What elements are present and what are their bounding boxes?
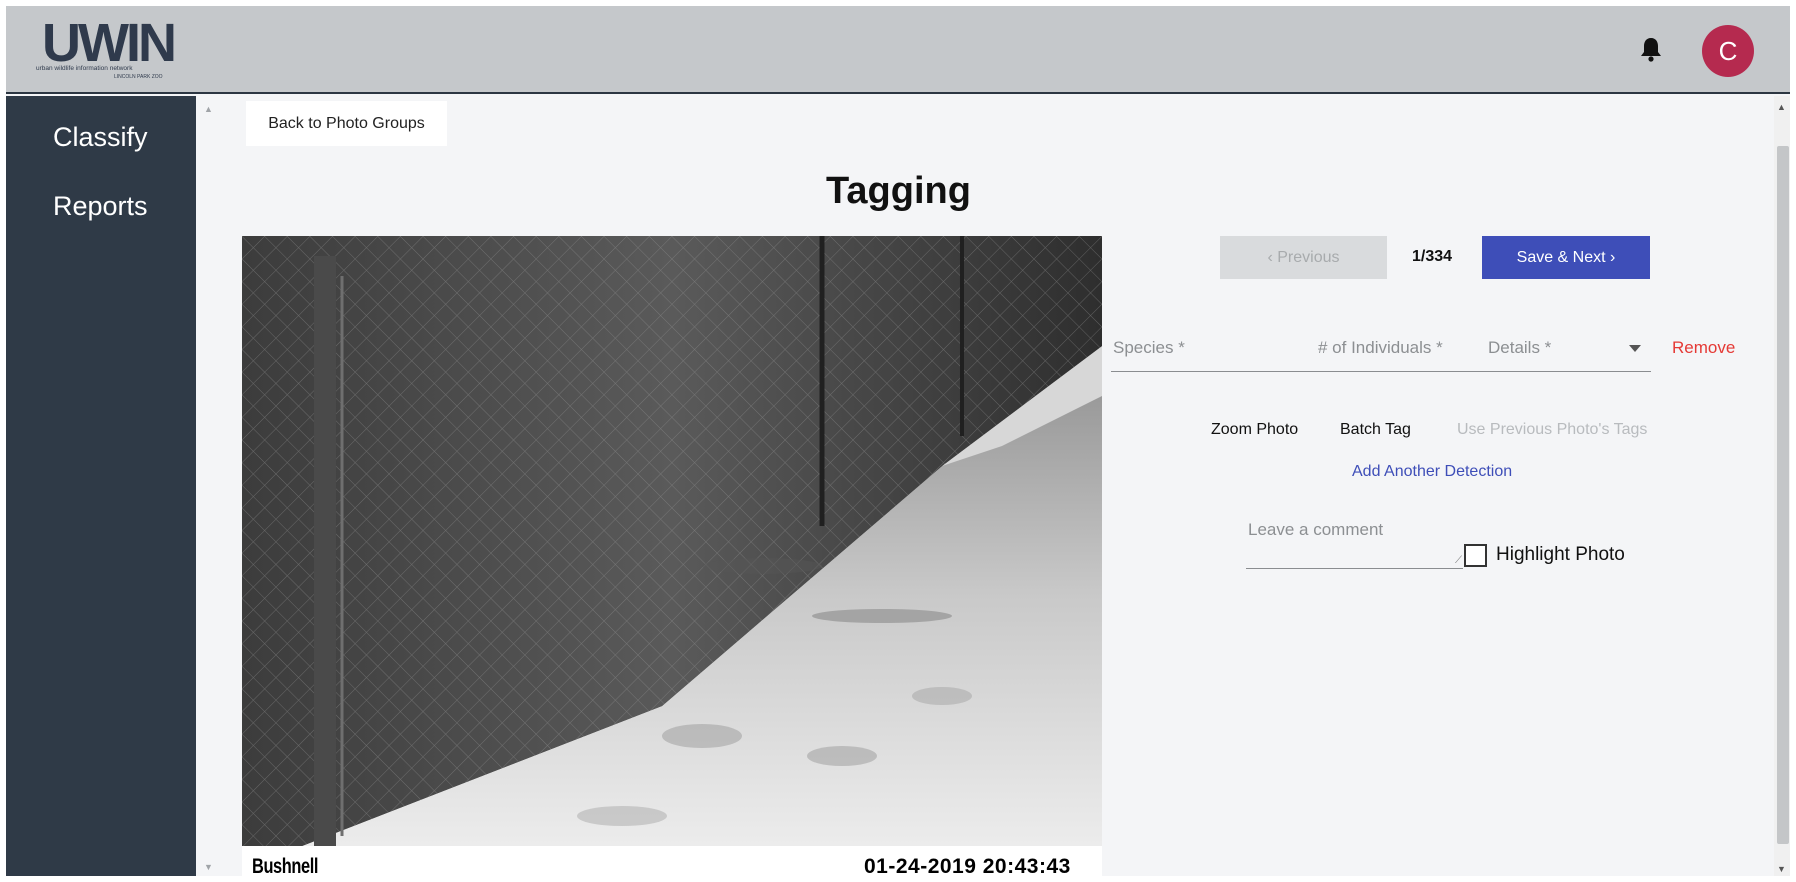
individuals-field[interactable]: # of Individuals * [1318, 338, 1443, 358]
uwin-logo[interactable]: UWIN urban wildlife information network … [34, 16, 194, 80]
details-select[interactable]: Details * [1488, 338, 1551, 358]
back-to-photo-groups-button[interactable]: Back to Photo Groups [246, 101, 447, 146]
sidebar: Classify Reports [6, 96, 196, 876]
camera-brand-label: Bushnell [252, 855, 319, 876]
photo-counter: 1/334 [1412, 248, 1453, 265]
chevron-down-icon[interactable] [1629, 345, 1641, 352]
scroll-down-icon[interactable]: ▼ [1777, 864, 1786, 874]
previous-button[interactable]: ‹ Previous [1220, 236, 1387, 279]
comment-placeholder: Leave a comment [1248, 520, 1384, 539]
photo-timestamp: 01-24-2019 20:43:43 [864, 855, 1071, 876]
scroll-up-icon[interactable]: ▲ [1777, 102, 1786, 112]
comment-textarea[interactable]: Leave a comment ⟋ [1246, 514, 1463, 569]
main-scrollbar[interactable]: ▲ ▼ [1774, 96, 1790, 876]
zoom-photo-button[interactable]: Zoom Photo [1211, 421, 1298, 439]
species-field[interactable]: Species * [1113, 338, 1185, 358]
top-header: UWIN urban wildlife information network … [6, 6, 1790, 94]
app-window: UWIN urban wildlife information network … [6, 6, 1790, 876]
scrollbar-thumb[interactable] [1777, 146, 1789, 844]
trail-camera-photo[interactable] [242, 236, 1102, 876]
page-title: Tagging [826, 170, 971, 212]
sidebar-scrollbar[interactable]: ▲ ▼ [196, 96, 220, 876]
add-detection-link[interactable]: Add Another Detection [1352, 463, 1512, 481]
logo-subtitle: urban wildlife information network [36, 65, 133, 72]
scroll-up-icon[interactable]: ▲ [204, 104, 213, 114]
save-and-next-button[interactable]: Save & Next › [1482, 236, 1650, 279]
remove-detection-button[interactable]: Remove [1672, 338, 1735, 358]
logo-wordmark: UWIN [42, 13, 177, 73]
scroll-down-icon[interactable]: ▼ [204, 862, 213, 872]
batch-tag-button[interactable]: Batch Tag [1340, 421, 1411, 439]
highlight-checkbox[interactable] [1464, 544, 1487, 567]
detection-row: Species * # of Individuals * Details * [1111, 328, 1651, 372]
highlight-label: Highlight Photo [1496, 544, 1625, 565]
sidebar-item-classify[interactable]: Classify [53, 122, 148, 153]
avatar[interactable]: C [1702, 25, 1754, 77]
resize-handle-icon[interactable]: ⟋ [1455, 555, 1462, 566]
use-previous-tags-button[interactable]: Use Previous Photo's Tags [1457, 421, 1647, 439]
logo-org: LINCOLN PARK ZOO [114, 74, 163, 80]
bell-icon[interactable] [1640, 36, 1662, 62]
